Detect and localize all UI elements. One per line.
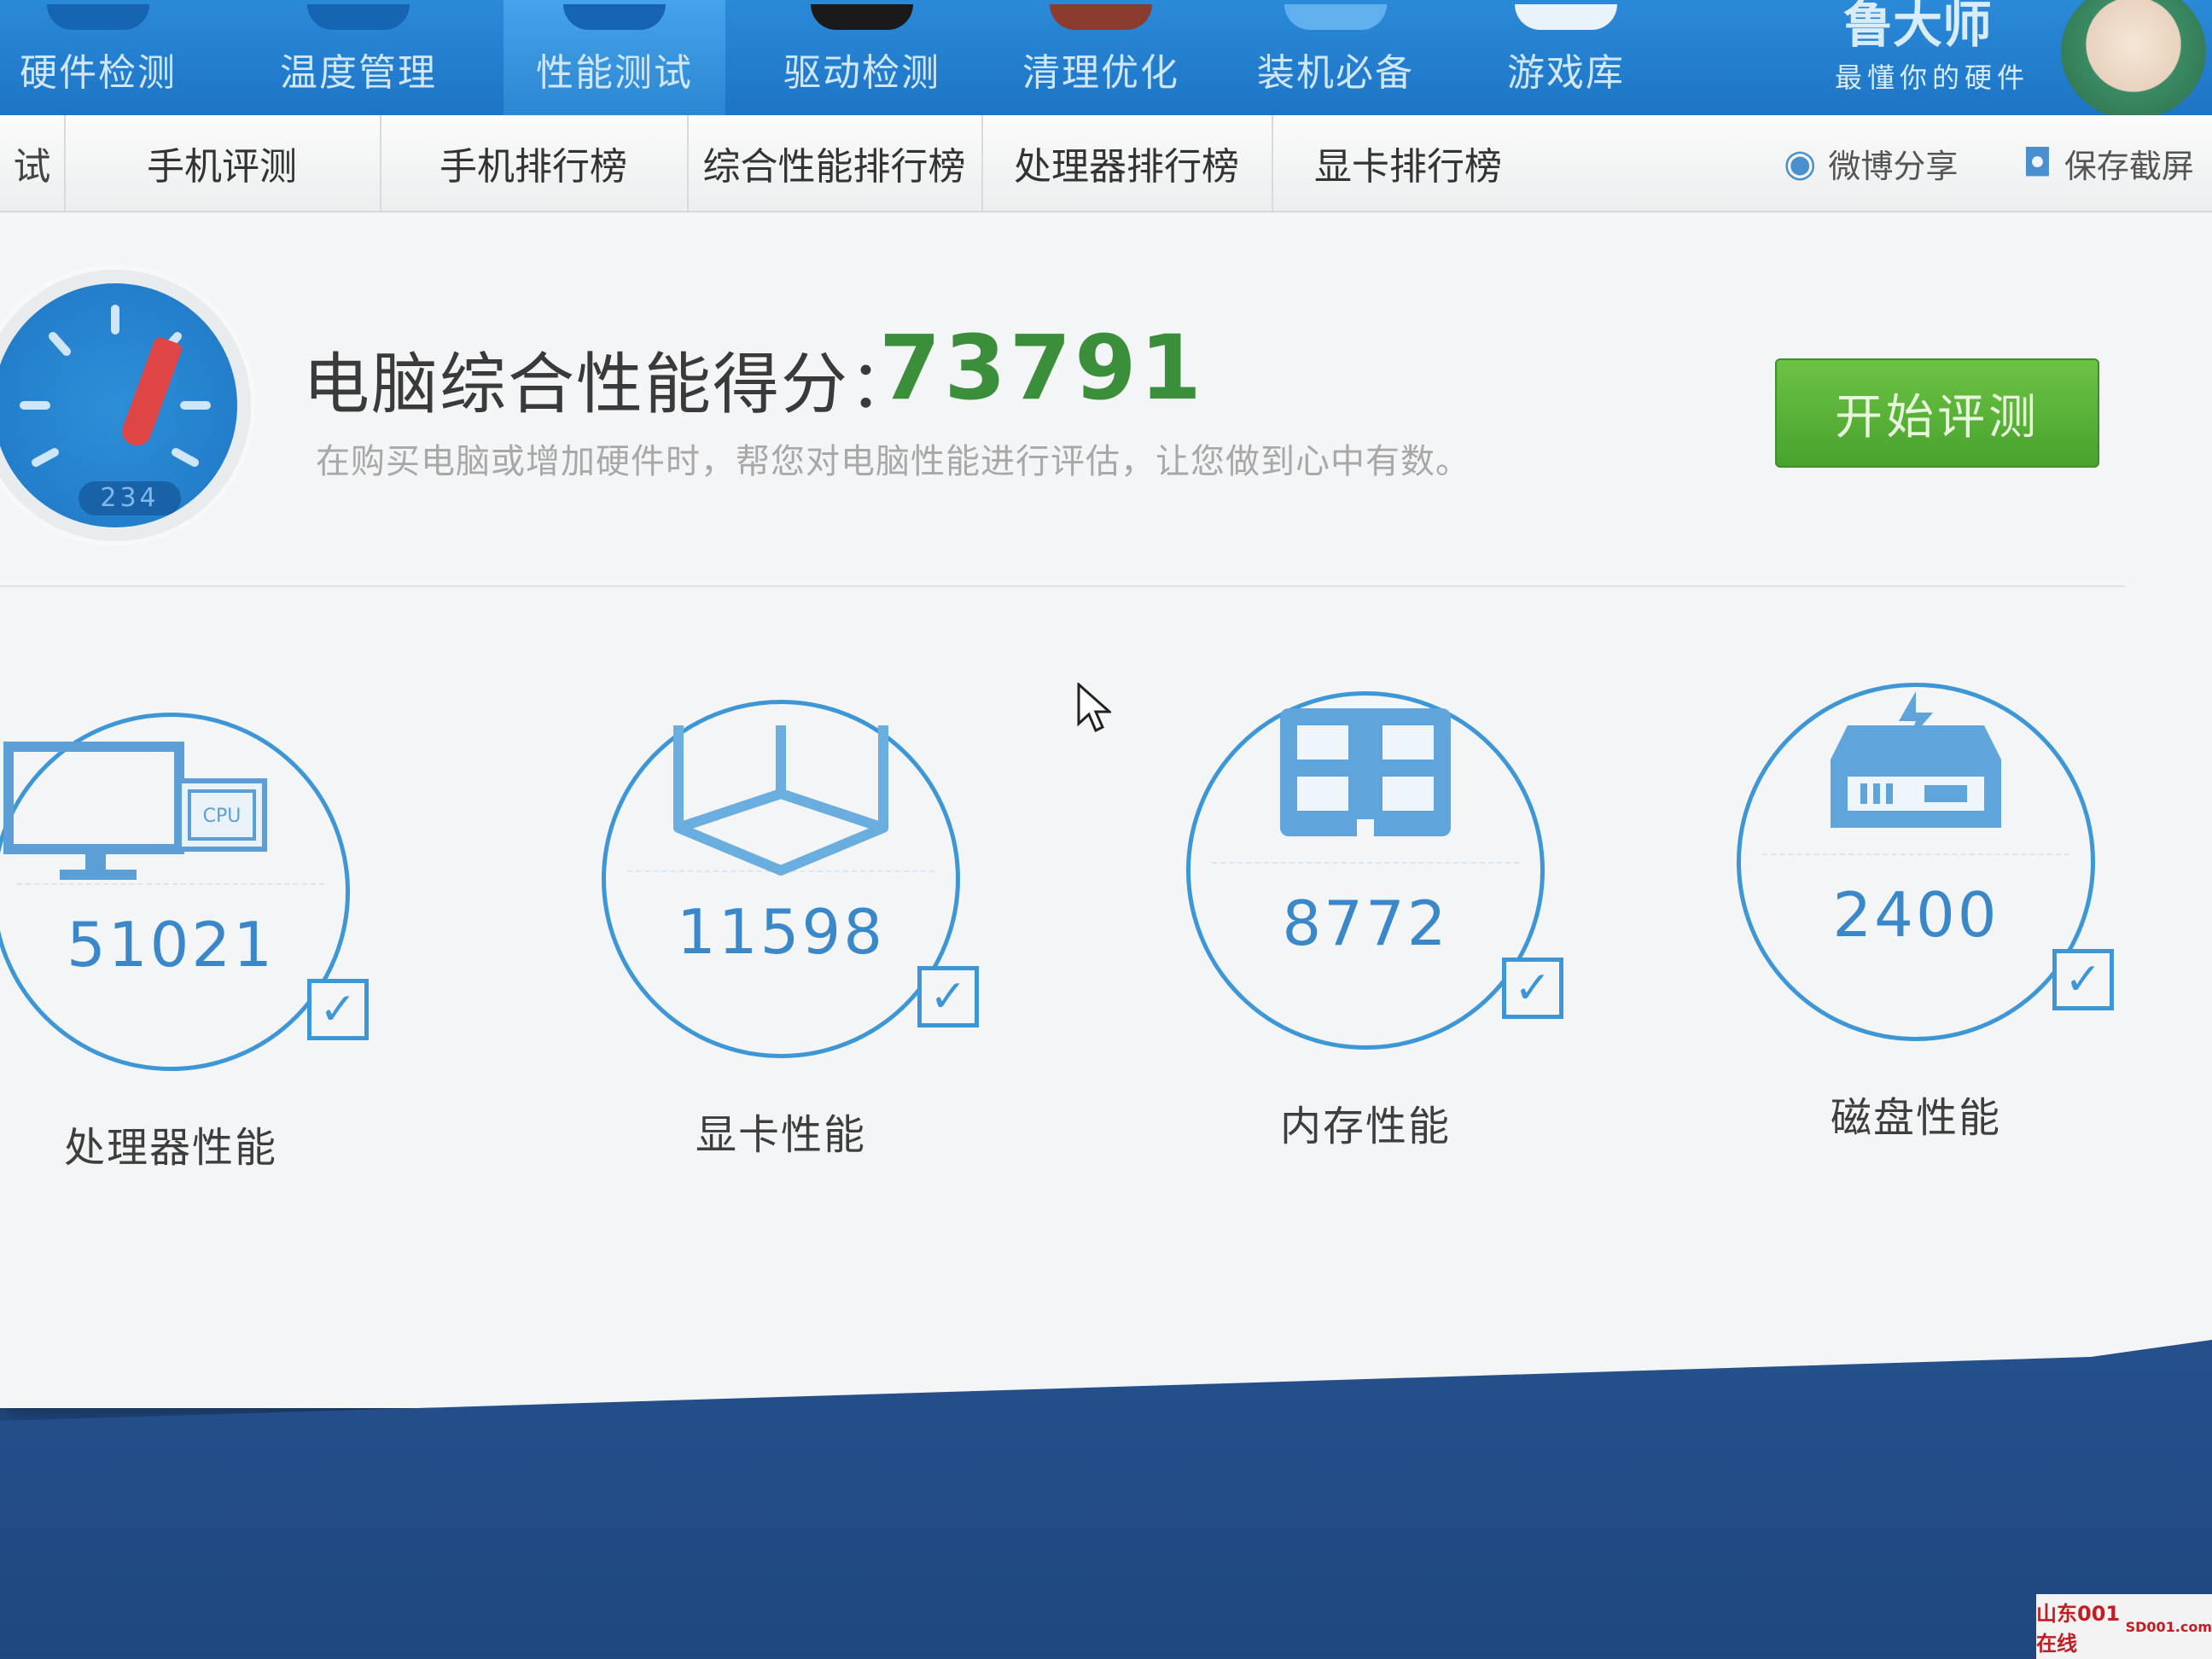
ludashi-window: 硬件检测 温度管理 性能测试 驱动检测 清理优化 装机必备 游戏库 鲁大师 最懂 [0, 0, 2212, 1408]
gamepad-icon [1515, 4, 1617, 30]
nav-label: 硬件检测 [20, 51, 177, 95]
brand-title: 鲁大师 [1843, 0, 1993, 54]
nav-driver-check[interactable]: 驱动检测 [751, 0, 973, 115]
metric-label: 磁盘性能 [1830, 1094, 2001, 1142]
metric-gpu[interactable]: 11598 ✓ 显卡性能 [602, 700, 979, 1159]
weibo-icon: ◉ [1784, 141, 1817, 185]
nav-essentials[interactable]: 装机必备 [1229, 0, 1442, 115]
speedometer-icon [563, 4, 666, 30]
nav-label: 驱动检测 [783, 51, 940, 95]
metric-cpu[interactable]: CPU 51021 ✓ 处理器性能 [0, 713, 369, 1172]
nav-game-library[interactable]: 游戏库 [1468, 0, 1664, 115]
total-score: 73791 [879, 316, 1205, 420]
section-divider [0, 585, 2125, 587]
tab-gpu-ranking[interactable]: 显卡排行榜 [1272, 115, 1545, 211]
checkbox-checked-icon[interactable]: ✓ [307, 979, 369, 1040]
tab-phone-ranking[interactable]: 手机排行榜 [380, 115, 689, 211]
cpu-chip-text: CPU [203, 806, 242, 827]
top-nav-bar: 硬件检测 温度管理 性能测试 驱动检测 清理优化 装机必备 游戏库 鲁大师 最懂 [0, 0, 2212, 119]
watermark-url: SD001.com [2125, 1618, 2212, 1635]
nav-performance-test[interactable]: 性能测试 [504, 0, 725, 115]
hardware-icon [47, 4, 149, 30]
nav-label: 温度管理 [280, 51, 437, 95]
start-benchmark-button[interactable]: 开始评测 [1775, 358, 2099, 468]
metric-label: 内存性能 [1279, 1103, 1451, 1150]
metric-value: 8772 [1282, 888, 1449, 959]
nav-cleanup[interactable]: 清理优化 [990, 0, 1212, 115]
driver-icon [811, 4, 913, 30]
weibo-share-label: 微博分享 [1828, 147, 1959, 185]
tab-overall-ranking[interactable]: 综合性能排行榜 [687, 115, 983, 211]
box-icon [1284, 4, 1387, 30]
save-screenshot-label: 保存截屏 [2064, 147, 2194, 185]
nav-label: 游戏库 [1507, 51, 1625, 95]
metric-memory[interactable]: 8772 ✓ 内存性能 [1186, 691, 1563, 1150]
sub-tab-bar: 试 手机评测 手机排行榜 综合性能排行榜 处理器排行榜 显卡排行榜 ◉ 微博分享… [0, 115, 2212, 212]
metric-label: 显卡性能 [695, 1111, 866, 1159]
camera-icon: ◘ [2023, 141, 2052, 185]
gauge-readout: 234 [79, 481, 181, 515]
weibo-share-button[interactable]: ◉ 微博分享 [1784, 115, 1958, 211]
tab-performance-test[interactable]: 试 [0, 115, 66, 211]
metric-value: 11598 [676, 896, 886, 968]
nav-hardware-check[interactable]: 硬件检测 [0, 0, 196, 115]
thermometer-icon [307, 4, 410, 30]
memory-chip-icon [1280, 708, 1451, 836]
metric-value: 2400 [1832, 879, 2000, 951]
metric-disk[interactable]: 2400 ✓ 磁盘性能 [1737, 683, 2114, 1142]
checkbox-checked-icon[interactable]: ✓ [1502, 958, 1563, 1019]
checkbox-checked-icon[interactable]: ✓ [2052, 949, 2114, 1010]
save-screenshot-button[interactable]: ◘ 保存截屏 [2023, 115, 2194, 211]
nav-label: 清理优化 [1022, 51, 1179, 95]
cpu-monitor-icon: CPU [3, 742, 267, 880]
nav-label: 装机必备 [1257, 51, 1414, 95]
nav-temperature[interactable]: 温度管理 [256, 0, 461, 115]
metric-label: 处理器性能 [63, 1124, 277, 1172]
checkbox-checked-icon[interactable]: ✓ [917, 966, 979, 1027]
disk-drive-icon [1831, 691, 2001, 828]
tab-cpu-ranking[interactable]: 处理器排行榜 [981, 115, 1273, 211]
brand-slogan: 最懂你的硬件 [1835, 61, 2030, 94]
mouse-cursor-icon [1077, 683, 1111, 733]
watermark-logo: 山东001在线 SD001.com [2036, 1594, 2212, 1659]
watermark-text: 山东001在线 [2036, 1602, 2121, 1656]
broom-icon [1050, 4, 1152, 30]
graphics-cube-icon [673, 725, 888, 876]
nav-label: 性能测试 [536, 51, 693, 95]
score-title: 电脑综合性能得分： [303, 346, 918, 423]
speed-gauge-icon: 234 [0, 265, 256, 546]
metric-value: 51021 [66, 909, 276, 981]
tab-phone-review[interactable]: 手机评测 [64, 115, 381, 211]
score-description: 在购买电脑或增加硬件时，帮您对电脑性能进行评估，让您做到心中有数。 [316, 442, 1470, 481]
